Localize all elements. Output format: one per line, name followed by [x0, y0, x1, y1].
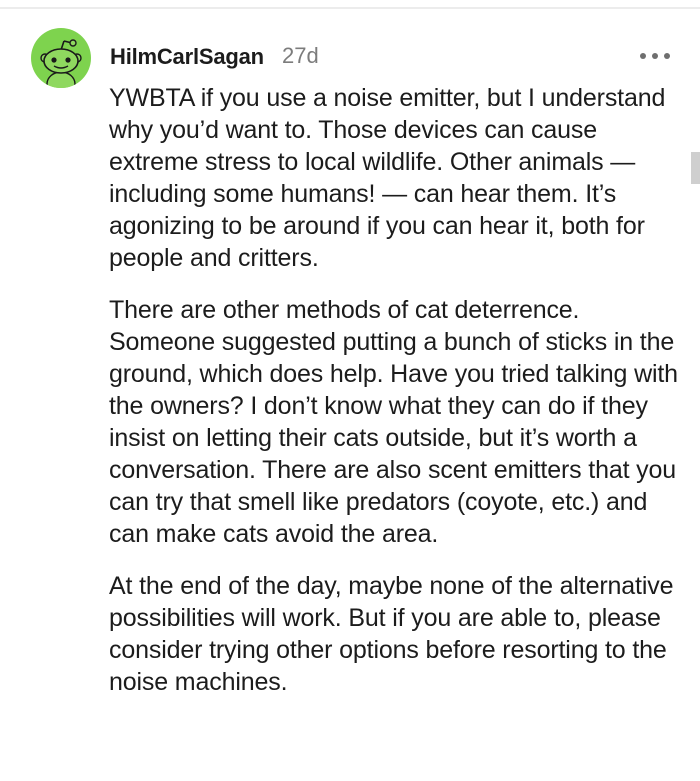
more-options-icon-dot: [652, 53, 658, 59]
comment-paragraph: YWBTA if you use a noise emitter, but I …: [109, 84, 666, 272]
more-options-icon-dot: [664, 53, 670, 59]
comment-paragraph: At the end of the day, maybe none of the…: [109, 572, 674, 696]
comment-body: YWBTA if you use a noise emitter, but I …: [109, 82, 679, 718]
author-username[interactable]: HilmCarlSagan: [110, 44, 264, 70]
reddit-snoo-avatar-icon: [40, 39, 82, 88]
scrollbar-thumb[interactable]: [691, 152, 700, 184]
user-avatar[interactable]: [31, 28, 91, 88]
more-options-button[interactable]: [638, 44, 672, 68]
more-options-icon: [640, 53, 646, 59]
comment-paragraph: There are other methods of cat deterrenc…: [109, 296, 678, 548]
comment-timestamp[interactable]: 27d: [282, 43, 319, 69]
top-divider: [0, 7, 700, 9]
